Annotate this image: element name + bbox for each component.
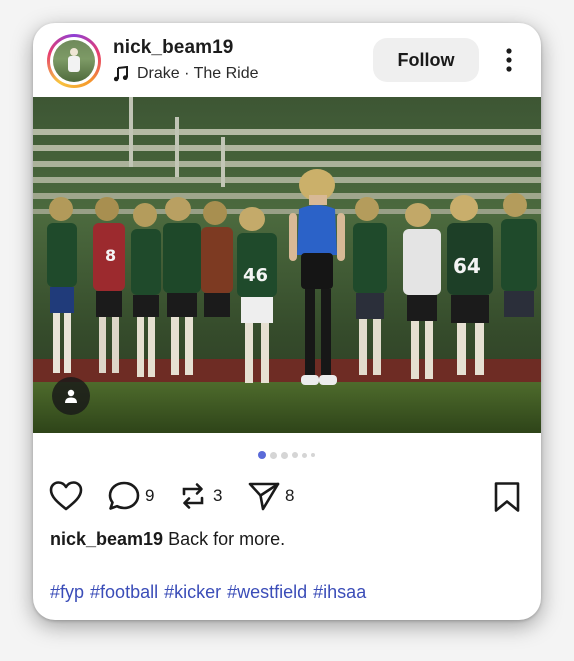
jersey-number: 64 bbox=[453, 254, 481, 278]
carousel-indicator bbox=[258, 451, 315, 459]
music-note-icon bbox=[113, 66, 128, 82]
repost-count: 3 bbox=[213, 486, 223, 505]
heart-icon bbox=[49, 481, 83, 511]
post-header: nick_beam19 Drake · The Ride Follow bbox=[33, 23, 541, 97]
comment-bubble-icon bbox=[108, 481, 140, 510]
username[interactable]: nick_beam19 bbox=[113, 37, 233, 59]
hashtag-link[interactable]: #kicker bbox=[164, 582, 221, 603]
hashtag-link[interactable]: #fyp bbox=[50, 582, 84, 603]
follow-button[interactable]: Follow bbox=[373, 38, 479, 82]
profile-photo bbox=[53, 40, 95, 82]
music-label: Drake · The Ride bbox=[137, 65, 259, 82]
caption-text: Back for more. bbox=[168, 529, 286, 549]
carousel-dot-active bbox=[258, 451, 266, 459]
carousel-dot bbox=[270, 451, 277, 459]
more-vertical-icon[interactable] bbox=[499, 45, 519, 75]
share-count: 8 bbox=[285, 486, 295, 505]
hashtag-list: #fyp #football #kicker #westfield #ihsaa bbox=[50, 582, 366, 603]
music-info[interactable]: Drake · The Ride bbox=[113, 64, 259, 84]
like-button[interactable] bbox=[49, 479, 83, 513]
carousel-dot bbox=[302, 452, 307, 458]
post-media[interactable]: 8 46 64 bbox=[33, 97, 541, 433]
comment-count: 9 bbox=[145, 486, 155, 505]
user-tag-button[interactable] bbox=[52, 377, 90, 415]
post-photo: 8 46 64 bbox=[33, 97, 541, 433]
bookmark-icon[interactable] bbox=[493, 481, 521, 513]
jersey-number: 46 bbox=[243, 265, 268, 286]
person-icon bbox=[65, 389, 77, 403]
caption-username[interactable]: nick_beam19 bbox=[50, 529, 163, 549]
jersey-number: 8 bbox=[105, 246, 116, 265]
post-caption: nick_beam19 Back for more. bbox=[50, 529, 285, 550]
send-icon bbox=[248, 482, 280, 511]
repost-arrows-icon bbox=[182, 483, 204, 509]
share-button[interactable]: 8 bbox=[247, 479, 294, 513]
carousel-dot bbox=[292, 452, 298, 458]
comment-button[interactable]: 9 bbox=[107, 479, 154, 513]
carousel-dot bbox=[311, 453, 315, 457]
hashtag-link[interactable]: #ihsaa bbox=[313, 582, 366, 603]
hashtag-link[interactable]: #football bbox=[90, 582, 158, 603]
post-card: nick_beam19 Drake · The Ride Follow 8 46… bbox=[33, 23, 541, 620]
hashtag-link[interactable]: #westfield bbox=[227, 582, 307, 603]
avatar[interactable] bbox=[47, 34, 101, 88]
action-bar: 9 3 8 bbox=[33, 475, 541, 519]
carousel-dot bbox=[281, 451, 288, 459]
repost-button[interactable]: 3 bbox=[177, 479, 222, 513]
